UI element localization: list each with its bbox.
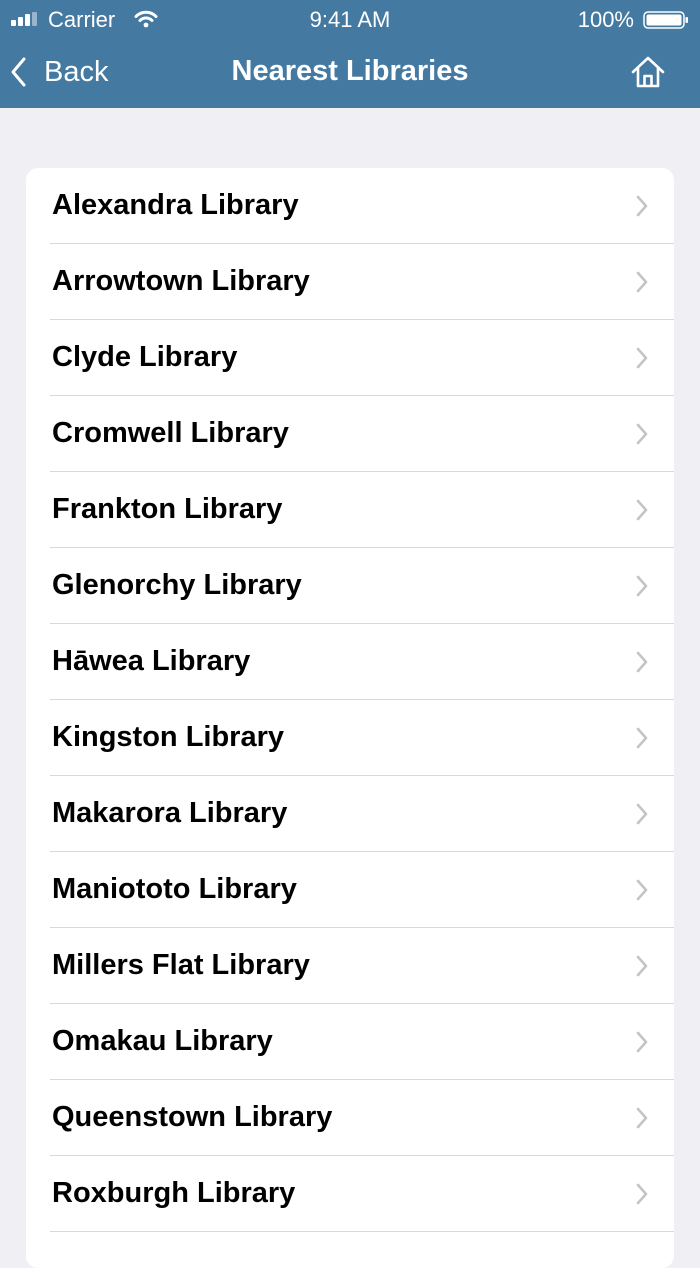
library-row-kingston[interactable]: Kingston Library xyxy=(26,700,674,776)
chevron-right-icon xyxy=(636,651,648,673)
chevron-right-icon xyxy=(636,1107,648,1129)
library-name: Roxburgh Library xyxy=(52,1177,296,1209)
navigation-header: Carrier 9:41 AM 100% Back Nearest Librar… xyxy=(0,0,700,108)
library-row-millers-flat[interactable]: Millers Flat Library xyxy=(26,928,674,1004)
library-row-frankton[interactable]: Frankton Library xyxy=(26,472,674,548)
battery-percentage: 100% xyxy=(577,7,634,32)
library-name: Hāwea Library xyxy=(52,645,251,677)
library-name: Millers Flat Library xyxy=(52,949,310,981)
status-bar: Carrier 9:41 AM 100% xyxy=(0,0,700,40)
chevron-right-icon xyxy=(636,271,648,293)
library-name: Kingston Library xyxy=(52,721,285,753)
library-name: Maniototo Library xyxy=(52,873,297,905)
library-name: Arrowtown Library xyxy=(52,265,310,297)
battery-icon xyxy=(643,11,688,29)
library-name: Glenorchy Library xyxy=(52,569,302,601)
library-row-hawea[interactable]: Hāwea Library xyxy=(26,624,674,700)
home-icon[interactable] xyxy=(628,52,668,92)
library-row-alexandra[interactable]: Alexandra Library xyxy=(26,168,674,244)
library-name: Alexandra Library xyxy=(52,189,299,221)
library-row-makarora[interactable]: Makarora Library xyxy=(26,776,674,852)
library-name: Frankton Library xyxy=(52,493,283,525)
library-row-clyde[interactable]: Clyde Library xyxy=(26,320,674,396)
library-row-cromwell[interactable]: Cromwell Library xyxy=(26,396,674,472)
library-row-queenstown[interactable]: Queenstown Library xyxy=(26,1080,674,1156)
library-list: Alexandra Library Arrowtown Library Clyd… xyxy=(26,168,674,1232)
library-name: Queenstown Library xyxy=(52,1101,333,1133)
page-title: Nearest Libraries xyxy=(231,55,469,87)
chevron-right-icon xyxy=(636,575,648,597)
chevron-right-icon xyxy=(636,1031,648,1053)
chevron-right-icon xyxy=(636,727,648,749)
chevron-right-icon xyxy=(636,423,648,445)
chevron-right-icon xyxy=(636,879,648,901)
chevron-right-icon xyxy=(636,955,648,977)
chevron-right-icon xyxy=(636,803,648,825)
library-name: Makarora Library xyxy=(52,797,288,829)
chevron-right-icon xyxy=(636,195,648,217)
chevron-right-icon xyxy=(636,1183,648,1205)
library-row-glenorchy[interactable]: Glenorchy Library xyxy=(26,548,674,624)
chevron-right-icon xyxy=(636,499,648,521)
library-row-arrowtown[interactable]: Arrowtown Library xyxy=(26,244,674,320)
library-name: Clyde Library xyxy=(52,341,238,373)
library-row-omakau[interactable]: Omakau Library xyxy=(26,1004,674,1080)
chevron-right-icon xyxy=(636,347,648,369)
library-name: Omakau Library xyxy=(52,1025,273,1057)
library-row-roxburgh[interactable]: Roxburgh Library xyxy=(26,1156,674,1232)
libraries-list: Alexandra Library Arrowtown Library Clyd… xyxy=(26,168,674,1268)
navigation-bar: Back Nearest Libraries xyxy=(0,40,700,108)
library-row-maniototo[interactable]: Maniototo Library xyxy=(26,852,674,928)
library-name: Cromwell Library xyxy=(52,417,289,449)
